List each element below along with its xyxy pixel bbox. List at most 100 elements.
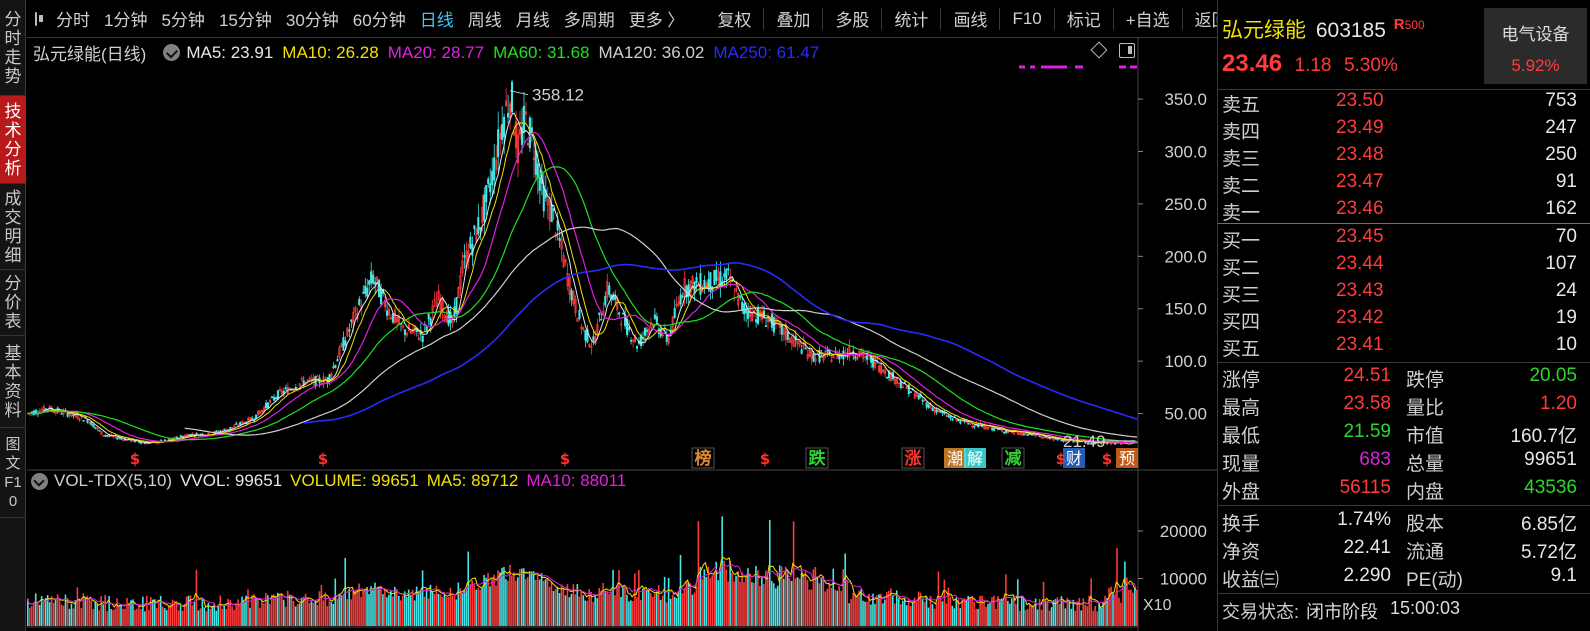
period-more[interactable]: 更多 〉 bbox=[622, 6, 692, 31]
volume-bar bbox=[118, 604, 120, 626]
period-multi[interactable]: 多周期 bbox=[557, 6, 622, 31]
candle-body bbox=[715, 269, 718, 282]
sector-box[interactable]: 电气设备 5.92% bbox=[1484, 8, 1587, 84]
kline-chart[interactable]: 350.0 300.0 250.0 200.0 150.0 100.0 50.00 20000… bbox=[27, 38, 1217, 631]
tab-f10[interactable]: 图文F10 bbox=[0, 428, 26, 518]
inner-disk-label: 内盘 bbox=[1406, 482, 1445, 503]
candle-body bbox=[473, 225, 476, 230]
volume-bar bbox=[366, 586, 368, 626]
candle-body bbox=[94, 426, 97, 429]
price-axis-label: 200.0 bbox=[1164, 247, 1207, 266]
period-monthly[interactable]: 月线 bbox=[509, 6, 557, 31]
volume-bar bbox=[140, 608, 142, 626]
ma250-value: MA250: 61.47 bbox=[713, 42, 820, 62]
volume-bar bbox=[403, 591, 406, 626]
candle-body bbox=[584, 329, 587, 341]
panel-toggle-icon[interactable] bbox=[1119, 43, 1135, 58]
volume-legend-toggle-icon[interactable] bbox=[31, 472, 48, 490]
volume-bar bbox=[719, 568, 721, 626]
ma10-value: MA10: 26.28 bbox=[282, 42, 379, 62]
candle-body bbox=[380, 288, 383, 305]
candle-body bbox=[104, 434, 107, 437]
volume-bar bbox=[382, 594, 384, 626]
volume-bar bbox=[640, 599, 642, 626]
legend-toggle-icon[interactable] bbox=[163, 44, 181, 61]
event-marker: 涨 bbox=[905, 449, 922, 469]
volume-bar bbox=[161, 606, 164, 626]
tab-technical-label: 技术分析 bbox=[4, 101, 22, 178]
event-marker: 榜 bbox=[695, 448, 712, 469]
volume-bar bbox=[767, 576, 769, 626]
candle-body bbox=[739, 296, 742, 298]
volume-bar bbox=[1122, 585, 1124, 626]
ma20-line bbox=[27, 131, 1137, 444]
period-weekly[interactable]: 周线 bbox=[461, 6, 509, 31]
candle-body bbox=[800, 349, 803, 354]
volume-bar bbox=[1114, 595, 1116, 626]
period-30min[interactable]: 30分钟 bbox=[279, 6, 346, 31]
volume-bar bbox=[344, 557, 347, 626]
draw-line-button[interactable]: 画线 bbox=[944, 6, 996, 31]
layout-toggle-icon[interactable] bbox=[35, 11, 43, 26]
add-watchlist-button[interactable]: +自选 bbox=[1117, 6, 1179, 31]
tab-intraday[interactable]: 分时走势 bbox=[0, 0, 26, 96]
volume-bar bbox=[116, 598, 118, 626]
tab-trade-detail[interactable]: 成交明细 bbox=[0, 184, 26, 270]
volume-bar bbox=[969, 597, 971, 626]
volume-bar bbox=[179, 604, 182, 626]
volume-bar bbox=[102, 604, 104, 626]
period-5min[interactable]: 5分钟 bbox=[154, 6, 211, 31]
period-1min[interactable]: 1分钟 bbox=[97, 6, 154, 31]
tab-price-table[interactable]: 分价表 bbox=[0, 270, 26, 336]
volume-bar bbox=[872, 593, 874, 626]
period-15min[interactable]: 15分钟 bbox=[212, 6, 279, 31]
candle-body bbox=[747, 311, 750, 319]
bid-price: 23.41 bbox=[1336, 334, 1384, 355]
candle-body bbox=[713, 270, 716, 285]
high-label: 最高 bbox=[1222, 398, 1261, 419]
volume-bar bbox=[776, 585, 779, 626]
eps-label: 收益㈢ bbox=[1222, 570, 1280, 591]
volume-bar bbox=[636, 597, 638, 626]
limit-up-label: 涨停 bbox=[1222, 370, 1261, 391]
volume-bar bbox=[802, 573, 805, 626]
period-daily[interactable]: 日线 bbox=[413, 6, 461, 31]
mark-button[interactable]: 标记 bbox=[1058, 6, 1110, 31]
volume-bar bbox=[901, 600, 904, 626]
volume-bar bbox=[1050, 607, 1053, 626]
toolbar: 分时 1分钟 5分钟 15分钟 30分钟 60分钟 日线 周线 月线 多周期 更多 〉 复权 叠加 多股… bbox=[27, 0, 1229, 38]
adjust-button[interactable]: 复权 bbox=[708, 6, 760, 31]
volume-bar bbox=[241, 596, 243, 626]
multi-stock-button[interactable]: 多股 bbox=[826, 6, 878, 31]
stats-button[interactable]: 统计 bbox=[885, 6, 937, 31]
candle-body bbox=[463, 255, 466, 258]
chart-area[interactable]: 350.0 300.0 250.0 200.0 150.0 100.0 50.00 20000… bbox=[27, 38, 1217, 631]
tab-basic-info[interactable]: 基本资料 bbox=[0, 336, 26, 428]
volume-bar bbox=[499, 572, 501, 626]
volume-bar bbox=[729, 561, 731, 626]
volume-bar bbox=[52, 602, 55, 626]
period-60min[interactable]: 60分钟 bbox=[346, 6, 413, 31]
volume-bar bbox=[477, 588, 479, 626]
r-badge-number: 500 bbox=[1404, 18, 1425, 32]
overlay-button[interactable]: 叠加 bbox=[767, 6, 819, 31]
volume-bar bbox=[759, 585, 761, 626]
period-fenshi[interactable]: 分时 bbox=[49, 6, 97, 31]
volume-bar bbox=[905, 605, 908, 626]
candle-body bbox=[614, 296, 617, 300]
volume-bar bbox=[173, 600, 176, 626]
float-shares-value: 5.72亿 bbox=[1521, 542, 1577, 563]
f10-button[interactable]: F10 bbox=[1003, 9, 1050, 29]
ma5-value: MA5: 23.91 bbox=[186, 42, 274, 62]
tab-technical-analysis[interactable]: 技术分析 bbox=[0, 96, 26, 184]
volume-bar bbox=[469, 583, 471, 626]
limit-up-value: 24.51 bbox=[1343, 365, 1391, 386]
candle-body bbox=[949, 416, 952, 419]
candle-body bbox=[223, 428, 226, 431]
volume-bar bbox=[644, 587, 646, 626]
ma-legend: 弘元绿能(日线) MA5: 23.91 MA10: 26.28 MA20: 28… bbox=[33, 40, 828, 65]
candle-body bbox=[643, 328, 646, 336]
volume-bar bbox=[768, 519, 771, 626]
volume-bar bbox=[60, 604, 63, 626]
volume-bar bbox=[546, 577, 549, 626]
